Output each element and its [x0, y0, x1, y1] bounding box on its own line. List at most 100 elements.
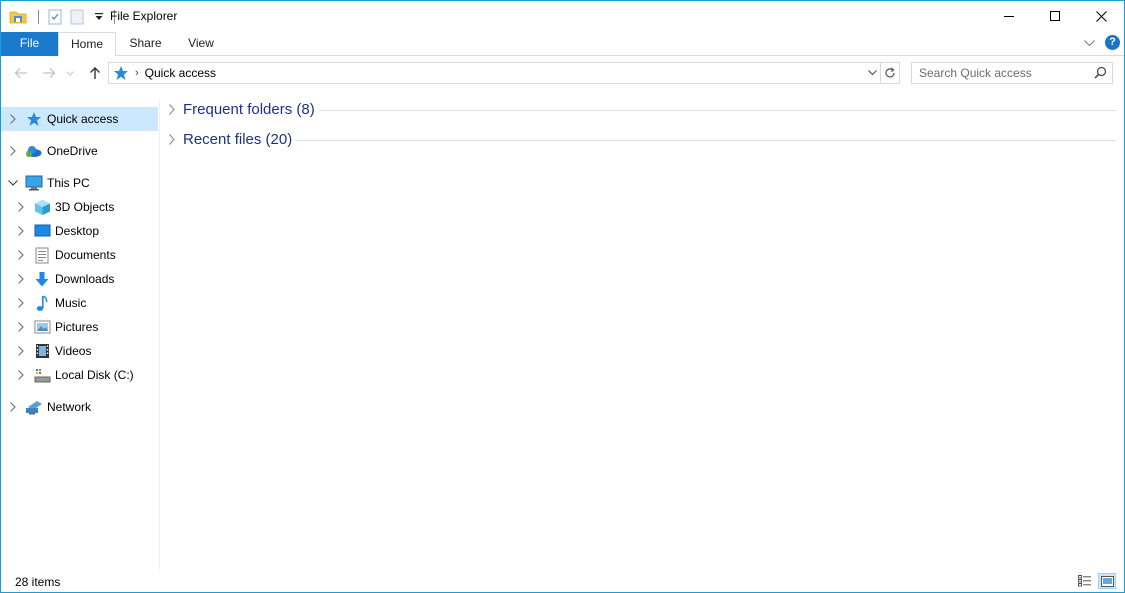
details-view-button[interactable]: [1076, 573, 1094, 589]
close-icon: [1095, 10, 1107, 22]
window-controls: [986, 1, 1124, 31]
help-icon[interactable]: ?: [1105, 35, 1120, 50]
minimize-button[interactable]: [986, 1, 1032, 31]
large-icons-view-button[interactable]: [1098, 573, 1116, 589]
drive-icon: [33, 366, 51, 384]
ribbon-tabs: File Home Share View: [1, 32, 1124, 57]
group-divider: [319, 110, 1117, 111]
sidebar-item-label: Documents: [55, 248, 116, 262]
chevron-down-icon: [1084, 39, 1095, 46]
tab-share[interactable]: Share: [118, 32, 173, 56]
back-button[interactable]: [11, 63, 31, 83]
sidebar-item-label: Pictures: [55, 320, 99, 334]
content-pane: Frequent folders (8) Recent files (20): [161, 95, 1123, 569]
sidebar-item-label: Desktop: [55, 224, 100, 238]
breadcrumb-separator[interactable]: ›: [135, 67, 139, 79]
status-bar: 28 items: [1, 570, 1124, 592]
maximize-button[interactable]: [1032, 1, 1078, 31]
ribbon-right-controls: ?: [1084, 35, 1120, 50]
chevron-right-icon[interactable]: [16, 298, 26, 308]
sidebar-item-this-pc[interactable]: This PC: [1, 171, 158, 195]
chevron-right-icon[interactable]: [8, 114, 18, 124]
chevron-right-icon[interactable]: [16, 370, 26, 380]
chevron-right-icon[interactable]: [169, 104, 175, 118]
sidebar-item-documents[interactable]: Documents: [1, 243, 158, 267]
up-arrow-icon: [90, 67, 100, 79]
sidebar-item-desktop[interactable]: Desktop: [1, 219, 158, 243]
customize-qat-icon[interactable]: [90, 8, 108, 26]
group-title: Frequent folders (8): [183, 101, 315, 118]
search-input[interactable]: [912, 63, 1092, 83]
chevron-right-icon[interactable]: [16, 274, 26, 284]
film-icon: [33, 342, 51, 360]
sidebar-item-label: Quick access: [47, 112, 119, 126]
sidebar-item-music[interactable]: Music: [1, 291, 158, 315]
title-bar: File Explorer: [1, 1, 1124, 32]
tab-home[interactable]: Home: [58, 32, 116, 57]
tab-view[interactable]: View: [175, 32, 227, 56]
address-dropdown-button[interactable]: [864, 63, 880, 83]
picture-icon: [33, 318, 51, 336]
new-folder-icon[interactable]: [68, 8, 86, 26]
group-header-frequent-folders[interactable]: Frequent folders (8): [167, 99, 1117, 121]
sidebar-item-pictures[interactable]: Pictures: [1, 315, 158, 339]
group-title: Recent files (20): [183, 131, 293, 148]
refresh-button[interactable]: [881, 62, 900, 84]
star-icon: [114, 66, 128, 80]
search-button[interactable]: [1094, 66, 1107, 82]
forward-button[interactable]: [39, 63, 59, 83]
forward-arrow-icon: [43, 68, 56, 78]
item-count: 28 items: [15, 575, 61, 589]
breadcrumb-location[interactable]: Quick access: [145, 66, 216, 80]
sidebar-item-3d-objects[interactable]: 3D Objects: [1, 195, 158, 219]
expand-ribbon-button[interactable]: [1084, 36, 1095, 50]
search-icon: [1094, 66, 1107, 79]
document-icon: [33, 246, 51, 264]
sidebar-item-label: 3D Objects: [55, 200, 115, 214]
sidebar-item-onedrive[interactable]: OneDrive: [1, 139, 158, 163]
chevron-right-icon[interactable]: [169, 134, 175, 148]
sidebar-item-local-disk[interactable]: Local Disk (C:): [1, 363, 158, 387]
close-button[interactable]: [1078, 1, 1124, 31]
up-button[interactable]: [85, 63, 105, 83]
chevron-right-icon[interactable]: [8, 402, 18, 412]
chevron-right-icon[interactable]: [16, 226, 26, 236]
file-explorer-window: File Explorer File Home Share View ? › Q…: [0, 0, 1125, 593]
window-title: File Explorer: [110, 9, 178, 23]
search-box: [911, 62, 1113, 84]
sidebar-item-label: Videos: [55, 344, 92, 358]
cube-icon: [33, 198, 51, 216]
onedrive-cloud-icon: [25, 142, 43, 160]
chevron-right-icon[interactable]: [16, 346, 26, 356]
group-header-recent-files[interactable]: Recent files (20): [167, 129, 1117, 151]
quick-access-toolbar: [9, 7, 122, 27]
properties-icon[interactable]: [46, 8, 64, 26]
qat-separator: [38, 10, 39, 24]
sidebar-item-label: Local Disk (C:): [55, 368, 134, 382]
computer-icon: [25, 174, 43, 192]
address-bar[interactable]: › Quick access: [108, 62, 881, 84]
sidebar-item-quick-access[interactable]: Quick access: [1, 107, 158, 131]
chevron-right-icon[interactable]: [8, 146, 18, 156]
navigation-bar: › Quick access: [1, 57, 1124, 89]
folder-app-icon[interactable]: [9, 8, 27, 26]
desktop-icon: [33, 222, 51, 240]
recent-locations-button[interactable]: [63, 63, 77, 83]
chevron-right-icon[interactable]: [16, 202, 26, 212]
view-switcher: [1072, 573, 1116, 589]
details-view-icon: [1078, 575, 1091, 587]
sidebar-item-downloads[interactable]: Downloads: [1, 267, 158, 291]
sidebar-item-videos[interactable]: Videos: [1, 339, 158, 363]
network-icon: [25, 398, 43, 416]
chevron-down-icon: [867, 70, 877, 76]
chevron-down-icon: [66, 70, 74, 76]
navigation-pane: Quick access OneDrive This PC 3D Objects…: [1, 100, 160, 570]
chevron-right-icon[interactable]: [16, 322, 26, 332]
download-arrow-icon: [33, 270, 51, 288]
sidebar-item-network[interactable]: Network: [1, 395, 158, 419]
chevron-right-icon[interactable]: [16, 250, 26, 260]
sidebar-item-label: Music: [55, 296, 87, 310]
minimize-icon: [1004, 16, 1014, 17]
chevron-down-icon[interactable]: [8, 178, 18, 188]
tab-file[interactable]: File: [1, 32, 58, 56]
